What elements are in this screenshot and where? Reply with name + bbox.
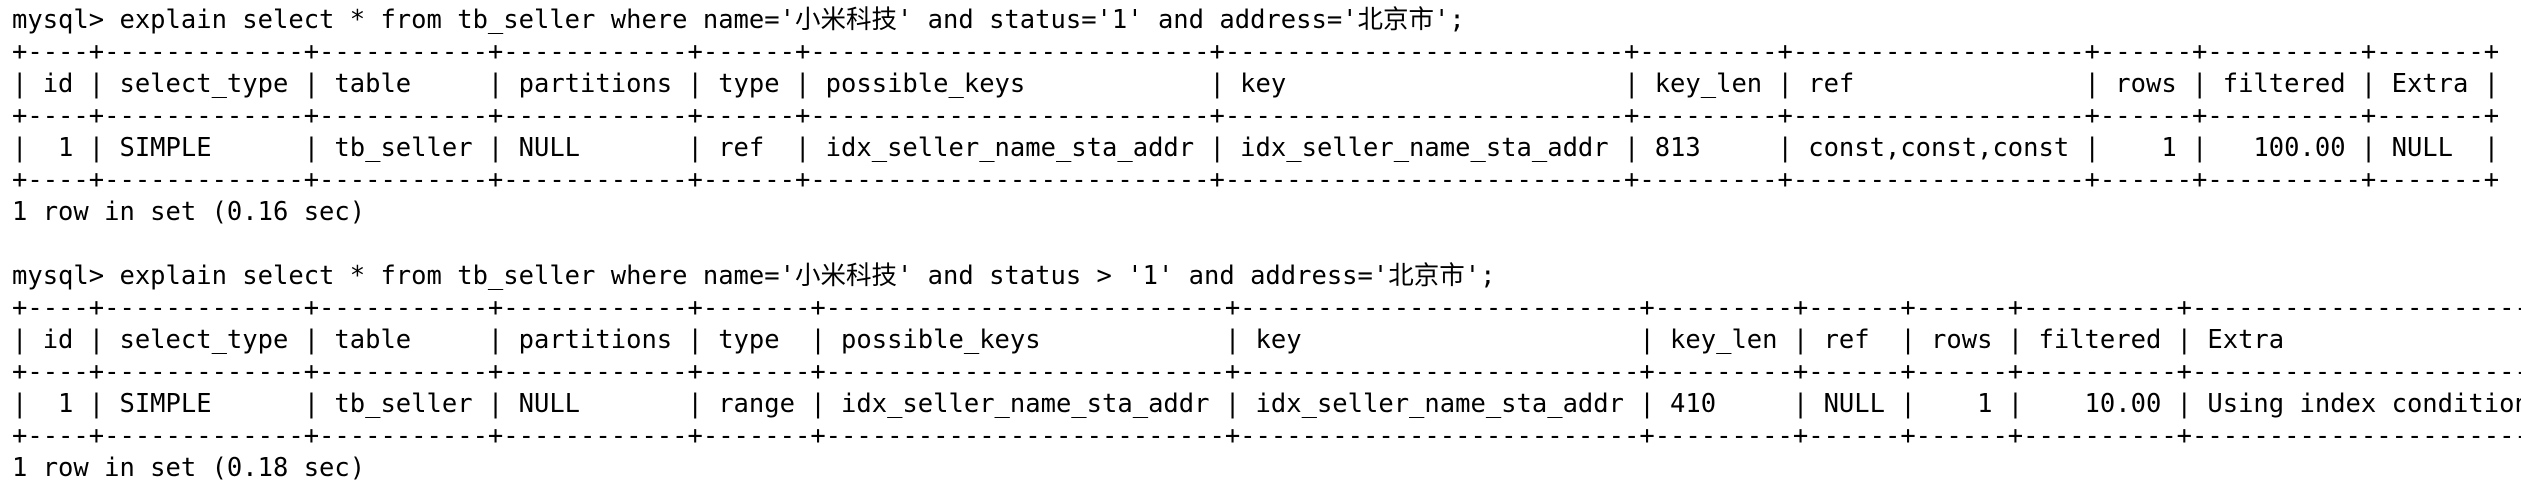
query1-result-summary: 1 row in set (0.16 sec) [12, 197, 366, 227]
query1-table-header-border: +----+-------------+-----------+--------… [12, 101, 2500, 131]
query2-table-header-border: +----+-------------+-----------+--------… [12, 357, 2521, 387]
terminal-window[interactable]: mysql> explain select * from tb_seller w… [0, 0, 2521, 504]
query1-command: mysql> explain select * from tb_seller w… [12, 5, 1465, 35]
query2-command: mysql> explain select * from tb_seller w… [12, 261, 1496, 291]
query2-table-bottom-border: +----+-------------+-----------+--------… [12, 421, 2521, 451]
query1-table-top-border: +----+-------------+-----------+--------… [12, 37, 2500, 67]
query2-table-top-border: +----+-------------+-----------+--------… [12, 293, 2521, 323]
query2-table-row: | 1 | SIMPLE | tb_seller | NULL | range … [12, 389, 2521, 419]
query2-result-summary: 1 row in set (0.18 sec) [12, 453, 366, 483]
query1-table-header: | id | select_type | table | partitions … [12, 69, 2500, 99]
query2-table-header: | id | select_type | table | partitions … [12, 325, 2521, 355]
query1-table-bottom-border: +----+-------------+-----------+--------… [12, 165, 2500, 195]
query1-table-row: | 1 | SIMPLE | tb_seller | NULL | ref | … [12, 133, 2500, 163]
